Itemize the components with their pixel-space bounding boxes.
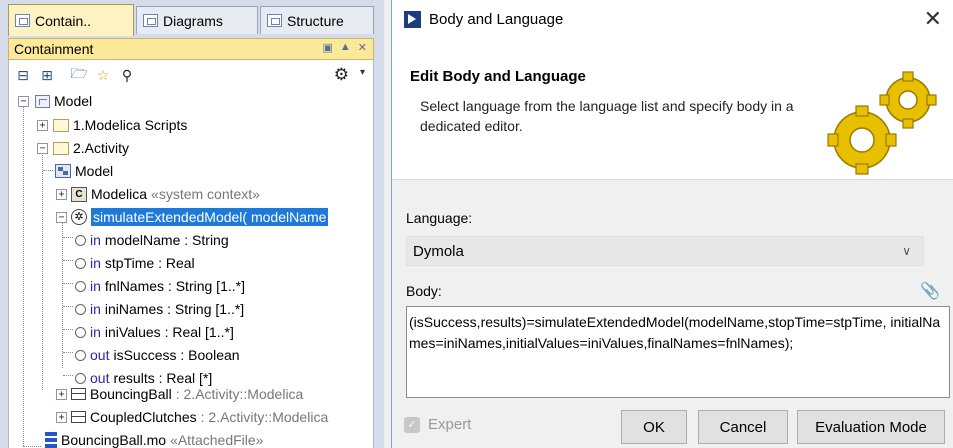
tree-item-modelica-scripts[interactable]: 1.Modelica Scripts xyxy=(53,114,187,136)
dialog-title: Body and Language xyxy=(429,10,564,28)
action-icon: ✲ xyxy=(71,209,87,225)
tree-item-attached-file[interactable]: BouncingBall.mo «AttachedFile» xyxy=(45,429,263,448)
dialog-header: Edit Body and Language Select language f… xyxy=(392,38,953,180)
dialog-titlebar: Body and Language ✕ xyxy=(392,0,953,38)
structure-icon xyxy=(267,14,282,27)
tree-item-bouncing-ball[interactable]: BouncingBall : 2.Activity::Modelica xyxy=(71,383,303,405)
package-folder-icon xyxy=(53,141,69,155)
panel-title: Containment xyxy=(14,41,94,57)
package-folder-icon xyxy=(53,118,69,132)
body-editor[interactable]: (isSuccess,results)=simulateExtendedMode… xyxy=(406,306,950,398)
language-value: Dymola xyxy=(413,242,464,260)
tree-item-model-diagram[interactable]: Model xyxy=(55,160,113,182)
evaluation-mode-button[interactable]: Evaluation Mode xyxy=(797,410,945,444)
tree-item-simulate-extended-model[interactable]: ✲ simulateExtendedModel( modelName xyxy=(71,206,329,228)
expand-toggle[interactable]: + xyxy=(56,389,67,400)
file-icon xyxy=(45,432,57,448)
close-icon[interactable]: ✕ xyxy=(358,41,367,54)
expand-toggle[interactable]: + xyxy=(37,120,48,131)
expand-all-icon[interactable]: ⊞ xyxy=(37,65,57,85)
attachment-icon[interactable]: 📎 xyxy=(920,281,940,301)
language-label: Language: xyxy=(406,210,473,226)
diagrams-icon xyxy=(143,14,158,27)
tree-item-coupled-clutches[interactable]: CoupledClutches : 2.Activity::Modelica xyxy=(71,406,328,428)
tree-item-modelica[interactable]: C Modelica «system context» xyxy=(71,183,260,205)
body-and-language-dialog: Body and Language ✕ Edit Body and Langua… xyxy=(391,0,953,448)
expand-toggle[interactable]: + xyxy=(56,189,67,200)
tree-item-param[interactable]: out isSuccess : Boolean xyxy=(73,344,240,366)
parameter-icon xyxy=(75,372,86,384)
collapse-toggle[interactable]: − xyxy=(37,143,48,154)
diagram-icon xyxy=(55,164,71,178)
collapse-toggle[interactable]: − xyxy=(56,212,67,223)
restore-icon[interactable]: ▣ xyxy=(322,41,332,54)
parameter-icon xyxy=(75,280,86,292)
parameter-icon xyxy=(75,349,86,361)
dialog-heading: Edit Body and Language xyxy=(410,68,586,85)
tree-item-param[interactable]: in iniNames : String [1..*] xyxy=(73,298,244,320)
expert-checkbox[interactable]: ✓ Expert xyxy=(404,416,471,433)
model-icon xyxy=(35,94,50,108)
cancel-button[interactable]: Cancel xyxy=(698,410,788,444)
panel-header: Containment ▣ ▲ ✕ xyxy=(8,38,374,60)
tab-strip: Contain.. Diagrams Structure xyxy=(0,0,384,38)
containment-panel: Contain.. Diagrams Structure Containment… xyxy=(0,0,384,448)
open-folder-icon[interactable]: 🗁 xyxy=(69,65,89,85)
star-icon[interactable]: ☆ xyxy=(93,65,113,85)
parameter-icon xyxy=(75,326,86,338)
tree-item-param[interactable]: in iniValues : Real [1..*] xyxy=(73,321,234,343)
tree-item-activity[interactable]: 2.Activity xyxy=(53,137,129,159)
gears-icon xyxy=(827,71,937,175)
chevron-down-icon: ∨ xyxy=(902,244,911,258)
expand-toggle[interactable]: + xyxy=(56,412,67,423)
search-icon[interactable]: ⚲ xyxy=(117,65,137,85)
tab-structure[interactable]: Structure xyxy=(260,6,374,34)
part-property-icon xyxy=(71,411,86,423)
parameter-icon xyxy=(75,303,86,315)
chevron-down-icon[interactable]: ▾ xyxy=(360,67,365,78)
gear-icon[interactable]: ⚙ xyxy=(334,65,349,85)
tree-item-model[interactable]: Model xyxy=(35,90,92,112)
containment-tree: − Model + 1.Modelica Scripts − 2.Activit… xyxy=(8,90,374,448)
collapse-all-icon[interactable]: ⊟ xyxy=(13,65,33,85)
tab-diagrams[interactable]: Diagrams xyxy=(136,6,258,34)
checkbox-icon: ✓ xyxy=(404,416,420,433)
dialog-description: Select language from the language list a… xyxy=(420,98,794,134)
tree-item-param[interactable]: in fnlNames : String [1..*] xyxy=(73,275,245,297)
part-property-icon xyxy=(71,388,86,400)
close-icon[interactable]: ✕ xyxy=(924,6,942,32)
language-select[interactable]: Dymola ∨ xyxy=(406,236,924,266)
panel-toolbar: ⊟ ⊞ 🗁 ☆ ⚲ ⚙ ▾ xyxy=(8,60,374,90)
app-icon xyxy=(404,10,421,28)
pin-icon[interactable]: ▲ xyxy=(340,41,351,54)
collapse-toggle[interactable]: − xyxy=(18,96,29,107)
tab-containment[interactable]: Contain.. xyxy=(8,4,134,36)
parameter-icon xyxy=(75,257,86,269)
ok-button[interactable]: OK xyxy=(621,410,687,444)
parameter-icon xyxy=(75,234,86,246)
tree-item-param[interactable]: in stpTime : Real xyxy=(73,252,195,274)
block-icon: C xyxy=(71,186,87,202)
containment-tree-icon xyxy=(15,14,30,27)
body-label: Body: xyxy=(406,283,442,299)
tree-item-param[interactable]: in modelName : String xyxy=(73,229,229,251)
dialog-body: Language: Dymola ∨ Body: 📎 (isSuccess,re… xyxy=(392,180,953,448)
